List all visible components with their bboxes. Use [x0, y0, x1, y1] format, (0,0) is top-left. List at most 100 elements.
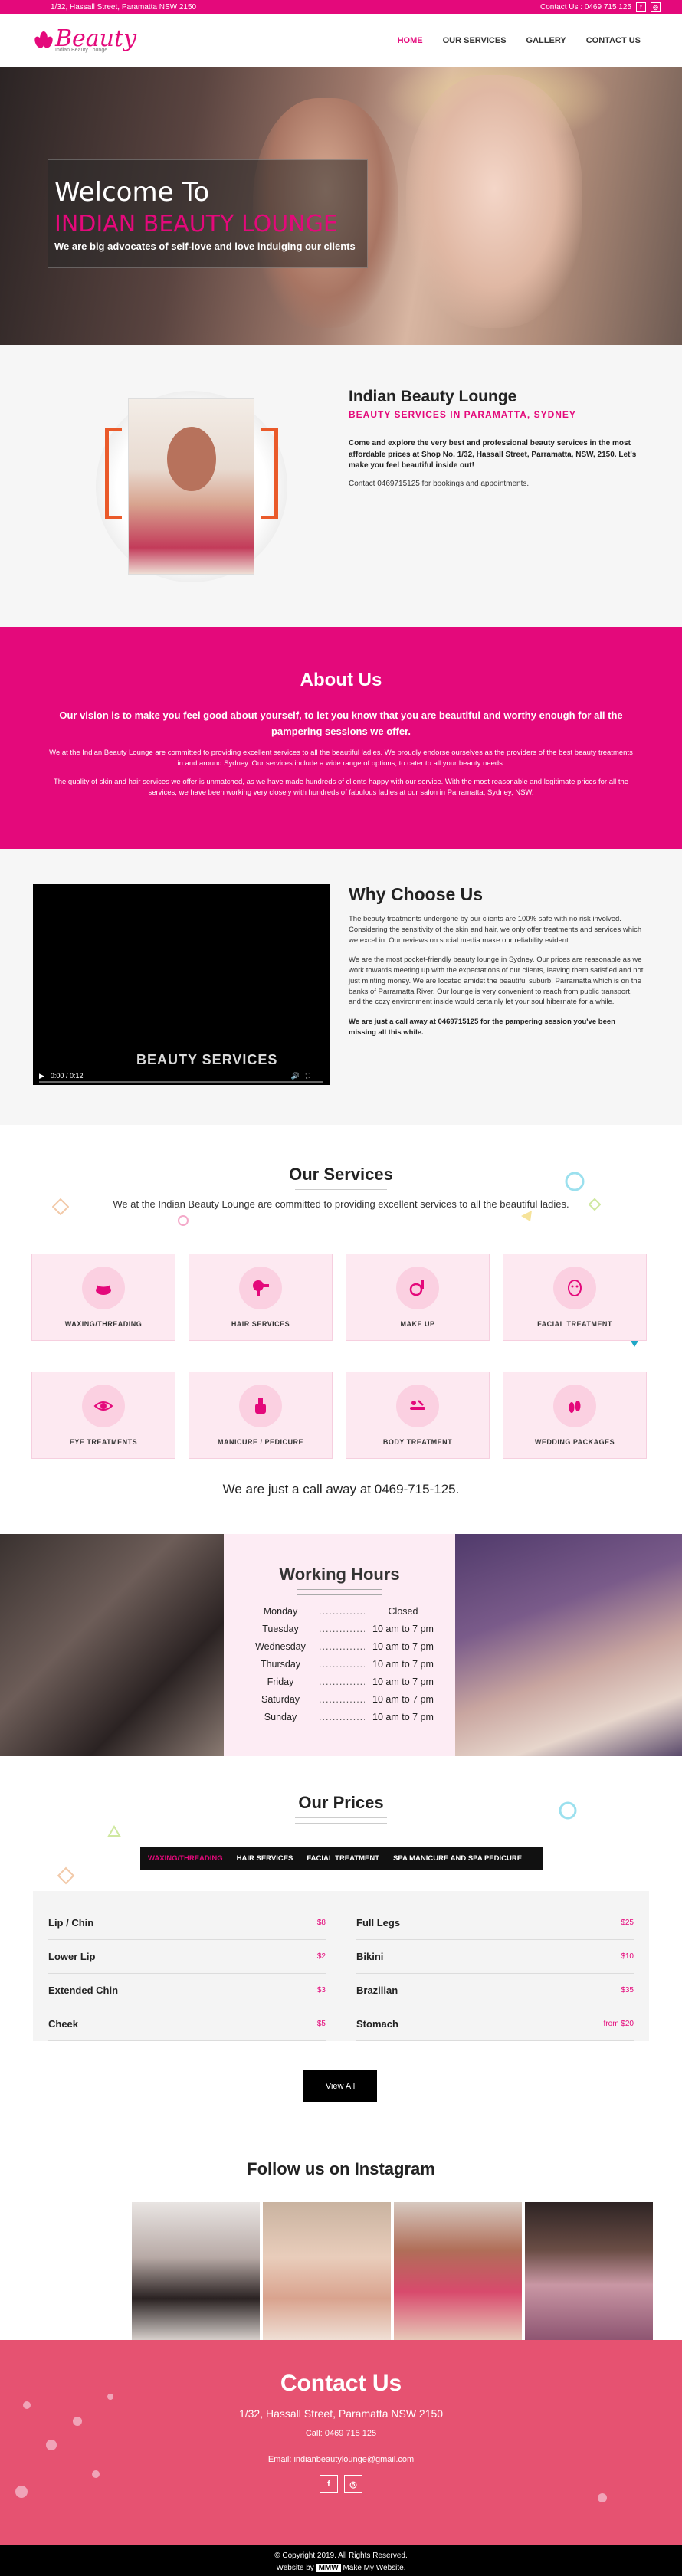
contact-socials: f ◎ — [0, 2475, 682, 2493]
service-card[interactable]: FACIAL TREATMENT — [503, 1254, 647, 1341]
triangle-decor-icon — [521, 1211, 532, 1221]
service-card[interactable]: WEDDING PACKAGES — [503, 1372, 647, 1459]
service-card[interactable]: HAIR SERVICES — [189, 1254, 333, 1341]
blossom-decor — [598, 2493, 607, 2502]
about-section: About Us Our vision is to make you feel … — [0, 627, 682, 849]
intro-section: Indian Beauty Lounge BEAUTY SERVICES IN … — [0, 345, 682, 627]
service-card[interactable]: MAKE UP — [346, 1254, 490, 1341]
about-paragraph: The quality of skin and hair services we… — [53, 778, 629, 798]
video-overlay-text: BEAUTY SERVICES — [136, 1052, 278, 1067]
main-nav: Beauty Indian Beauty Lounge HOME OUR SER… — [0, 14, 682, 67]
nav-gallery[interactable]: GALLERY — [526, 36, 566, 45]
blossom-decor — [107, 2394, 113, 2400]
instagram-photo[interactable] — [394, 2202, 522, 2340]
contact-section: Contact Us 1/32, Hassall Street, Paramat… — [0, 2340, 682, 2545]
instagram-photo[interactable] — [263, 2202, 391, 2340]
instagram-section: Follow us on Instagram — [0, 2139, 682, 2340]
price-value: $8 — [316, 1919, 326, 1927]
top-address: 1/32, Hassall Street, Paramatta NSW 2150 — [51, 2, 197, 11]
logo[interactable]: Beauty Indian Beauty Lounge — [32, 28, 136, 53]
contact-phone[interactable]: Call: 0469 715 125 — [0, 2429, 682, 2438]
hours-dots: .............. — [319, 1712, 365, 1722]
price-value: $2 — [316, 1952, 326, 1961]
instagram-title: Follow us on Instagram — [247, 2159, 435, 2178]
service-card[interactable]: BODY TREATMENT — [346, 1372, 490, 1459]
nav-our-services[interactable]: OUR SERVICES — [443, 36, 507, 45]
contact-email[interactable]: Email: indianbeautylounge@gmail.com — [0, 2455, 682, 2464]
nav-home[interactable]: HOME — [398, 36, 423, 45]
more-options-icon[interactable]: ⋮ — [316, 1072, 323, 1080]
hours-time: 10 am to 7 pm — [372, 1624, 434, 1634]
hours-row: Monday.............. Closed — [224, 1606, 455, 1617]
service-label: EYE TREATMENTS — [69, 1438, 138, 1446]
footer-credit-prefix: Website by — [276, 2564, 314, 2572]
play-icon[interactable]: ▶ — [39, 1072, 44, 1080]
mmw-logo[interactable]: MMW — [316, 2564, 341, 2572]
tab-facial-treatment[interactable]: FACIAL TREATMENT — [307, 1854, 379, 1863]
prices-title: Our Prices — [0, 1793, 682, 1824]
fullscreen-icon[interactable]: ⛶ — [306, 1072, 310, 1080]
price-item: Full Legs $25 — [356, 1906, 634, 1940]
service-label: WEDDING PACKAGES — [534, 1438, 615, 1446]
why-text: Why Choose Us The beauty treatments unde… — [349, 884, 644, 1038]
hero-tagline: We are big advocates of self-love and lo… — [54, 241, 356, 252]
instagram-photo[interactable] — [525, 2202, 653, 2340]
facebook-icon[interactable]: f — [320, 2475, 338, 2493]
salon-photo-right — [455, 1534, 682, 1756]
service-label: BODY TREATMENT — [382, 1438, 453, 1446]
price-value: $35 — [621, 1986, 634, 1994]
about-title: About Us — [300, 670, 382, 690]
price-item: Stomach from $20 — [356, 2007, 634, 2041]
video-time: 0:00 / 0:12 — [50, 1072, 84, 1080]
why-call-text: We are just a call away at 0469715125 fo… — [349, 1018, 615, 1037]
intro-bold-text: Come and explore the very best and profe… — [349, 439, 637, 470]
footer-credit-link[interactable]: Make My Website. — [343, 2564, 405, 2572]
tab-waxing-threading[interactable]: WAXING/THREADING — [148, 1854, 223, 1863]
facebook-icon[interactable]: f — [636, 2, 646, 12]
hours-dots: .............. — [319, 1694, 365, 1705]
lotus-icon — [32, 31, 55, 50]
price-item: Extended Chin $3 — [48, 1974, 326, 2007]
hours-dots: .............. — [319, 1641, 365, 1652]
instagram-icon[interactable]: ◎ — [344, 2475, 362, 2493]
hours-row: Saturday.............. 10 am to 7 pm — [224, 1694, 455, 1705]
hours-day: Monday — [263, 1606, 298, 1617]
price-item: Brazilian $35 — [356, 1974, 634, 2007]
instagram-icon[interactable]: ◎ — [651, 2, 661, 12]
service-card[interactable]: EYE TREATMENTS — [31, 1372, 175, 1459]
tab-spa-manicure-pedicure[interactable]: SPA MANICURE AND SPA PEDICURE — [393, 1854, 522, 1863]
diamond-decor-icon — [57, 1866, 75, 1885]
blossom-decor — [15, 2486, 28, 2498]
services-subtitle: We at the Indian Beauty Lounge are commi… — [113, 1198, 569, 1210]
why-title: Why Choose Us — [349, 884, 484, 904]
circle-decor-icon — [178, 1215, 189, 1226]
footer-credit: Website by MMW Make My Website. — [0, 2562, 682, 2574]
bridal-photo — [128, 398, 254, 575]
hours-panel: Working Hours Monday.............. Closed… — [224, 1534, 455, 1756]
video-player[interactable]: BEAUTY SERVICES ▶ 0:00 / 0:12 🔊 ⛶ ⋮ — [33, 884, 330, 1085]
hero-banner: Welcome To INDIAN BEAUTY LOUNGE We are b… — [0, 67, 682, 345]
video-progress-bar[interactable] — [39, 1081, 323, 1083]
contact-title: Contact Us — [280, 2371, 402, 2396]
prices-section: Our Prices WAXING/THREADING HAIR SERVICE… — [0, 1756, 682, 2139]
hours-day: Saturday — [261, 1694, 300, 1705]
hours-day: Thursday — [260, 1659, 301, 1670]
view-all-button[interactable]: View All — [303, 2070, 377, 2102]
volume-icon[interactable]: 🔊 — [290, 1072, 299, 1080]
top-contact-text[interactable]: Contact Us : 0469 715 125 — [540, 3, 631, 11]
instagram-photo[interactable] — [132, 2202, 260, 2340]
price-name: Lower Lip — [48, 1951, 96, 1962]
feet-icon — [553, 1385, 596, 1427]
service-label: HAIR SERVICES — [231, 1320, 290, 1328]
why-paragraph: We are the most pocket-friendly beauty l… — [349, 955, 644, 1007]
hours-day: Friday — [267, 1676, 294, 1687]
nav-contact-us[interactable]: CONTACT US — [586, 36, 641, 45]
diamond-decor-icon — [589, 1198, 601, 1211]
top-contact: Contact Us : 0469 715 125 f ◎ — [540, 2, 661, 12]
price-name: Brazilian — [356, 1984, 398, 1996]
top-bar: 1/32, Hassall Street, Paramatta NSW 2150… — [0, 0, 682, 14]
service-card[interactable]: WAXING/THREADING — [31, 1254, 175, 1341]
hours-row: Friday.............. 10 am to 7 pm — [224, 1676, 455, 1687]
service-card[interactable]: MANICURE / PEDICURE — [189, 1372, 333, 1459]
tab-hair-services[interactable]: HAIR SERVICES — [237, 1854, 293, 1863]
